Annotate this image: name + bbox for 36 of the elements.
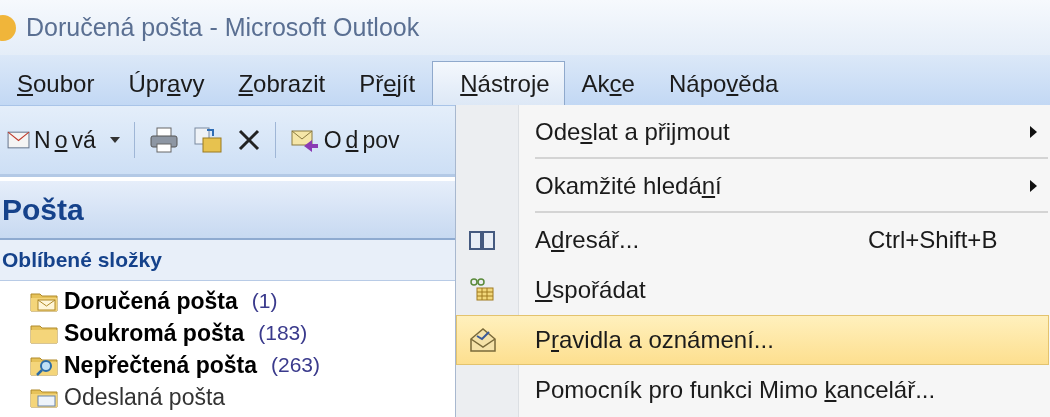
folder-name[interactable]: Nepřečtená pošta: [64, 351, 257, 379]
caret-icon[interactable]: [109, 137, 120, 143]
menu-item[interactable]: Zobrazit: [221, 61, 343, 105]
folder-name[interactable]: Odeslaná pošta: [64, 383, 226, 411]
book-icon: [469, 229, 495, 251]
unread-count: (1): [251, 289, 278, 313]
menu-item[interactable]: Úpravy: [111, 61, 222, 105]
menu-option[interactable]: Pravidla a oznámení...: [456, 315, 1049, 365]
reply-icon: [289, 127, 320, 153]
menu-item[interactable]: Akce: [564, 61, 652, 105]
menu-option[interactable]: Adresář... Ctrl+Shift+B: [456, 215, 1049, 265]
submenu-arrow-icon: [1030, 180, 1037, 192]
new-button[interactable]: N o vá: [0, 126, 96, 154]
shortcut: Ctrl+Shift+B: [868, 226, 998, 254]
reply-button[interactable]: O d pov: [289, 126, 400, 154]
menu-option[interactable]: Uspořádat: [456, 265, 1049, 315]
menu-item[interactable]: Nástroje: [432, 61, 565, 105]
folder-name[interactable]: Soukromá pošta: [64, 319, 245, 347]
window-title: Doručená pošta - Microsoft Outlook: [26, 13, 420, 42]
menu-item[interactable]: Nápověda: [651, 61, 796, 105]
move-folder-icon[interactable]: [192, 126, 223, 154]
new-mail-icon: [6, 129, 30, 151]
menu-item[interactable]: Soubor: [0, 61, 112, 105]
printer-icon[interactable]: [148, 126, 179, 154]
pane-header: Pošta: [0, 181, 455, 240]
unread-count: (263): [271, 353, 321, 377]
unread-count: (183): [258, 321, 308, 345]
menu-option[interactable]: Pomocník pro funkci Mimo kancelář...: [456, 365, 1049, 415]
rules-envelope-icon: [469, 327, 497, 353]
delete-icon[interactable]: [236, 128, 261, 152]
organize-icon: [469, 278, 495, 302]
menu-item[interactable]: Přejít: [342, 61, 433, 105]
folder-name[interactable]: Doručená pošta: [64, 287, 238, 315]
submenu-arrow-icon: [1030, 126, 1037, 138]
app-icon: [0, 14, 16, 41]
section-title: Oblíbené složky: [0, 240, 455, 281]
